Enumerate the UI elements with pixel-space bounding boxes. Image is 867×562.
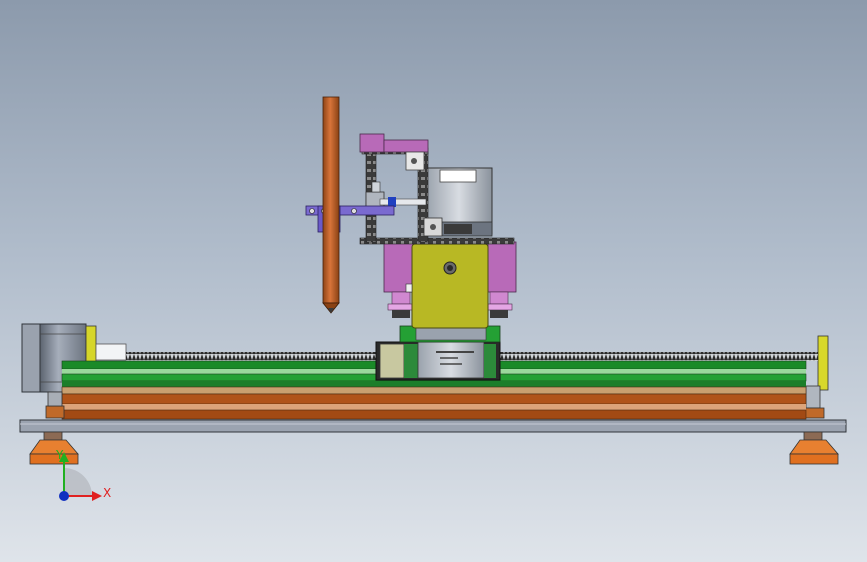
cad-viewport[interactable]: X Y — [0, 0, 867, 562]
z-carriage-plate[interactable] — [405, 243, 489, 329]
cross-bar[interactable] — [359, 237, 515, 245]
side-bracket-right[interactable] — [485, 241, 517, 318]
x-carriage-block[interactable] — [375, 341, 501, 381]
x-axis-label: X — [103, 486, 112, 500]
foot-left[interactable] — [29, 431, 79, 465]
base-plate[interactable] — [19, 419, 847, 433]
pen-tool[interactable] — [322, 96, 340, 314]
foot-right[interactable] — [789, 431, 839, 465]
coordinate-triad — [59, 452, 102, 501]
cad-model[interactable] — [0, 0, 867, 562]
side-bracket-left[interactable] — [383, 241, 415, 318]
pen-holder-arm[interactable] — [305, 205, 395, 233]
x-axis-arrowhead — [92, 491, 102, 501]
z-axis-dot — [59, 491, 69, 501]
y-axis-label: Y — [56, 448, 64, 462]
